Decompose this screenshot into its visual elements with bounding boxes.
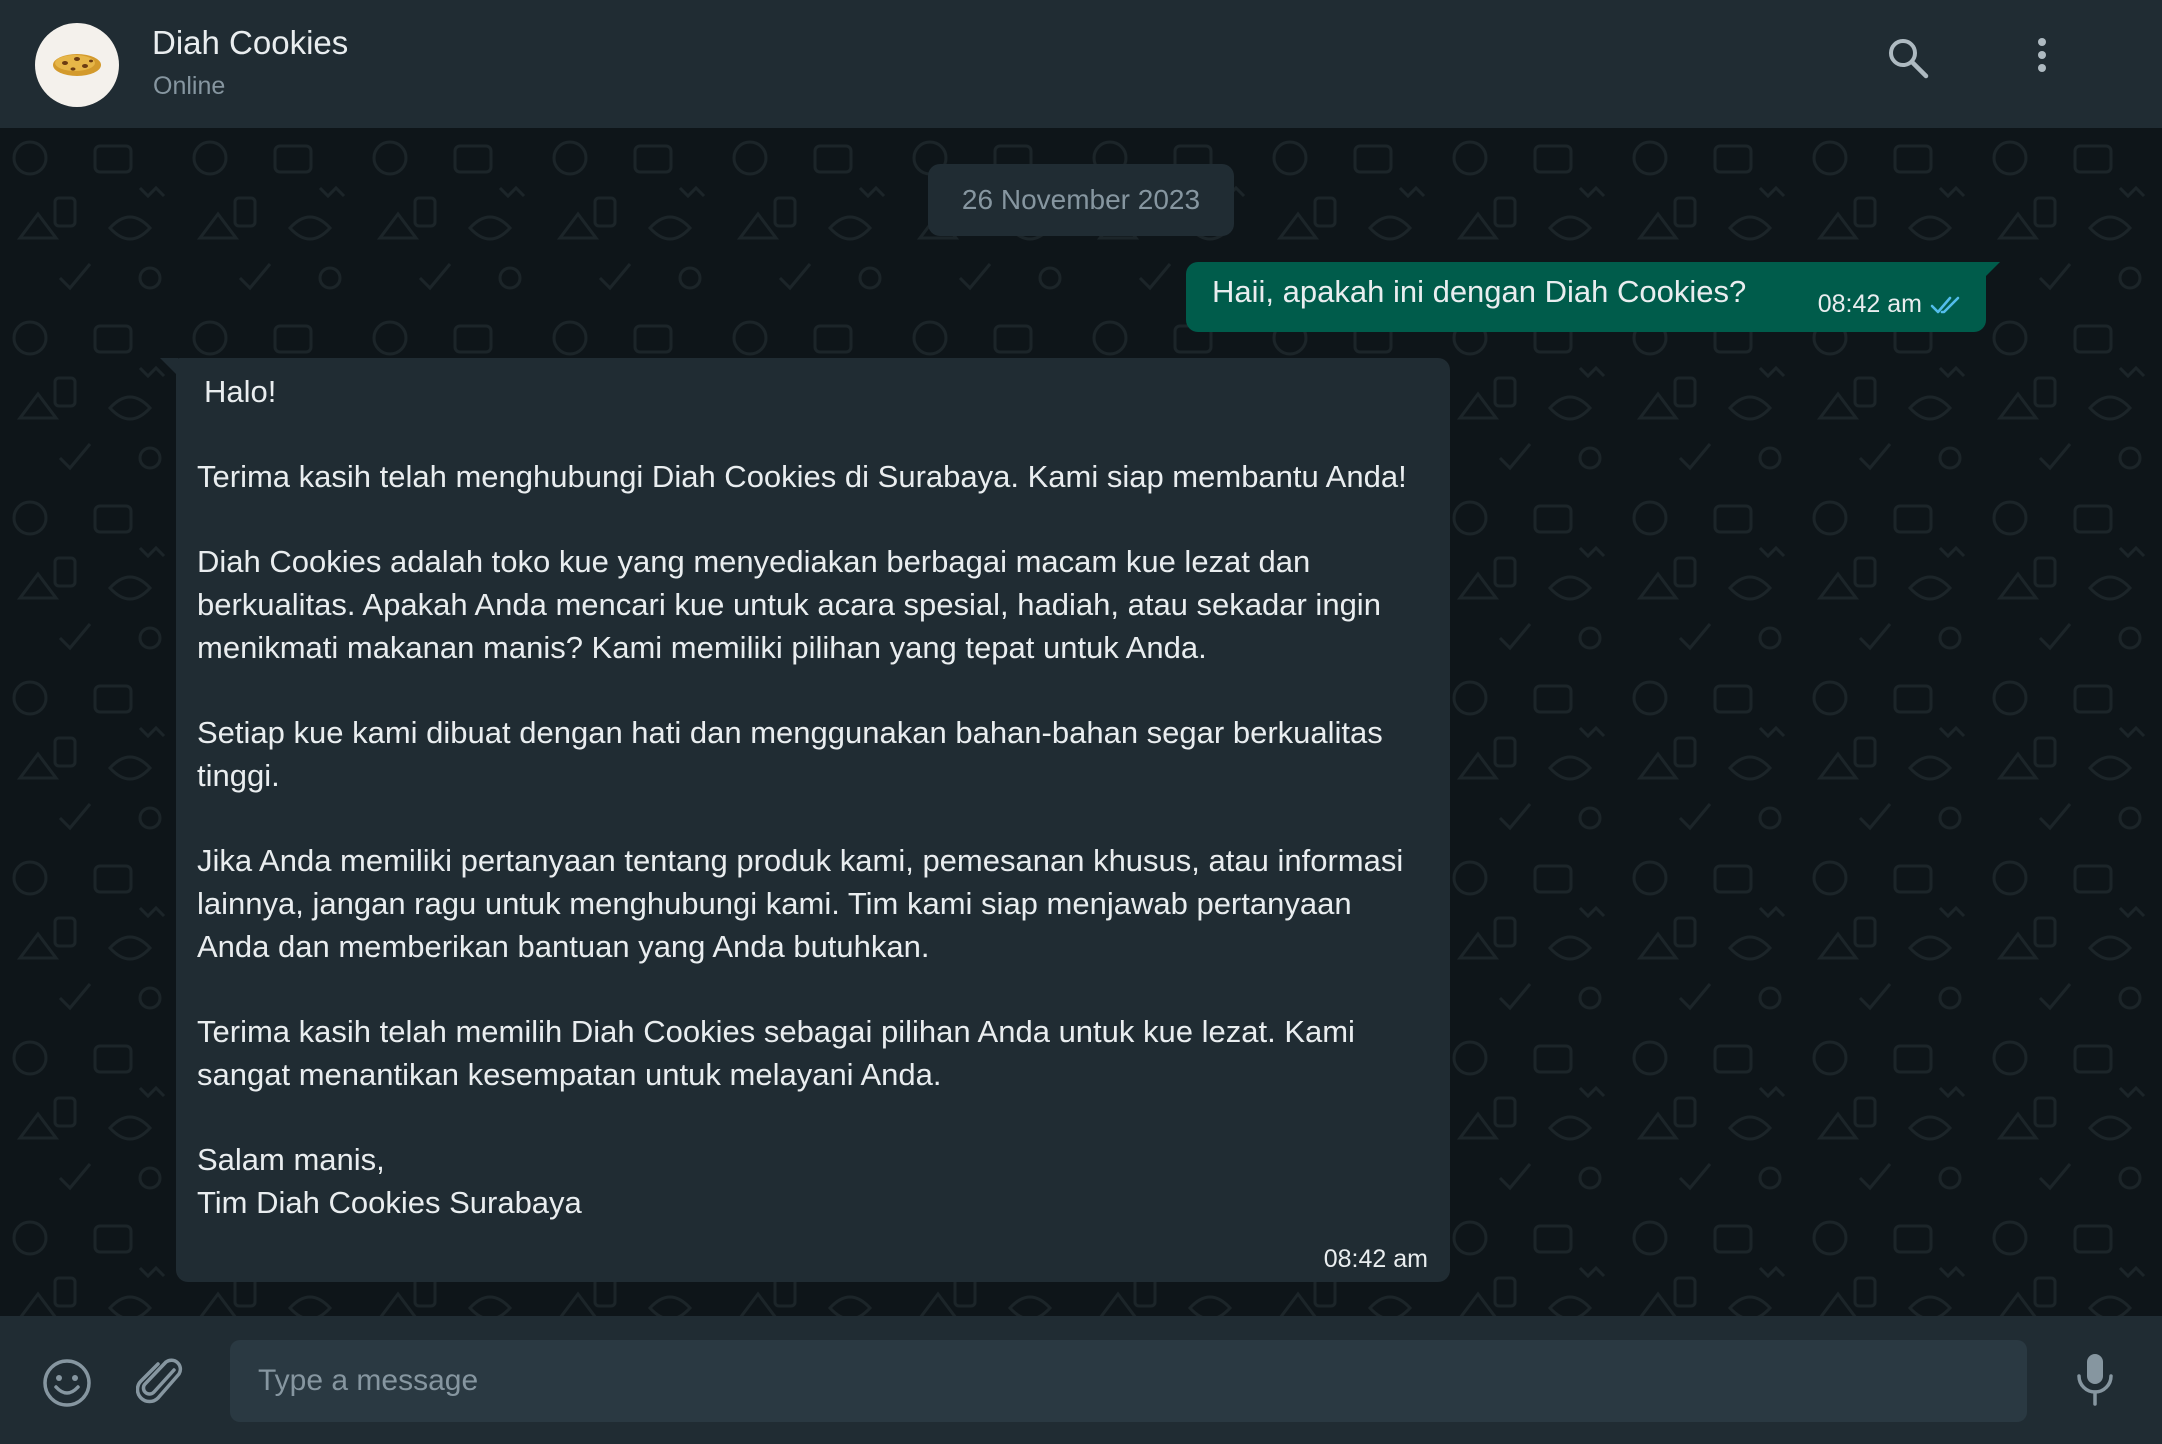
- message-paragraph: Terima kasih telah memilih Diah Cookies …: [197, 1014, 1355, 1092]
- message-paragraph: Tim Diah Cookies Surabaya: [197, 1185, 582, 1220]
- bubble-tail: [160, 358, 178, 376]
- message-input[interactable]: [256, 1363, 2001, 1399]
- message-paragraph: Terima kasih telah menghubungi Diah Cook…: [197, 459, 1407, 494]
- message-paragraph: Salam manis,: [197, 1142, 385, 1177]
- message-text: Haii, apakah ini dengan Diah Cookies?: [1212, 274, 1747, 309]
- message-paragraph: Diah Cookies adalah toko kue yang menyed…: [197, 544, 1381, 665]
- message-paragraph: Halo!: [204, 374, 277, 409]
- message-time: 08:42 am: [1323, 1245, 1428, 1273]
- double-check-read-icon: [1930, 296, 1960, 313]
- emoji-icon[interactable]: [42, 1358, 92, 1408]
- contact-status: Online: [153, 72, 226, 100]
- chat-header: Diah Cookies Online: [0, 0, 2162, 128]
- microphone-icon[interactable]: [2074, 1352, 2116, 1408]
- outgoing-message[interactable]: Haii, apakah ini dengan Diah Cookies? 08…: [1186, 262, 2000, 332]
- bubble-tail: [1982, 262, 2000, 280]
- date-divider: 26 November 2023: [928, 164, 1234, 236]
- message-time: 08:42 am: [1817, 290, 1922, 318]
- message-composer: [0, 1316, 2162, 1444]
- message-paragraph: Setiap kue kami dibuat dengan hati dan m…: [197, 715, 1383, 793]
- paperclip-icon[interactable]: [136, 1356, 186, 1408]
- search-icon[interactable]: [1886, 36, 1930, 80]
- message-text: Halo! Terima kasih telah menghubungi Dia…: [197, 370, 1427, 1224]
- contact-avatar[interactable]: [35, 23, 119, 107]
- kebab-menu-icon[interactable]: [2030, 36, 2054, 80]
- message-paragraph: Jika Anda memiliki pertanyaan tentang pr…: [197, 843, 1404, 964]
- incoming-message[interactable]: Halo! Terima kasih telah menghubungi Dia…: [160, 358, 1450, 1282]
- message-meta: 08:42 am: [1818, 290, 1964, 319]
- chat-panel[interactable]: 26 November 2023 Haii, apakah ini dengan…: [0, 128, 2162, 1316]
- cookie-avatar-icon: [53, 54, 101, 76]
- contact-name[interactable]: Diah Cookies: [152, 24, 348, 62]
- message-input-box[interactable]: [230, 1340, 2027, 1422]
